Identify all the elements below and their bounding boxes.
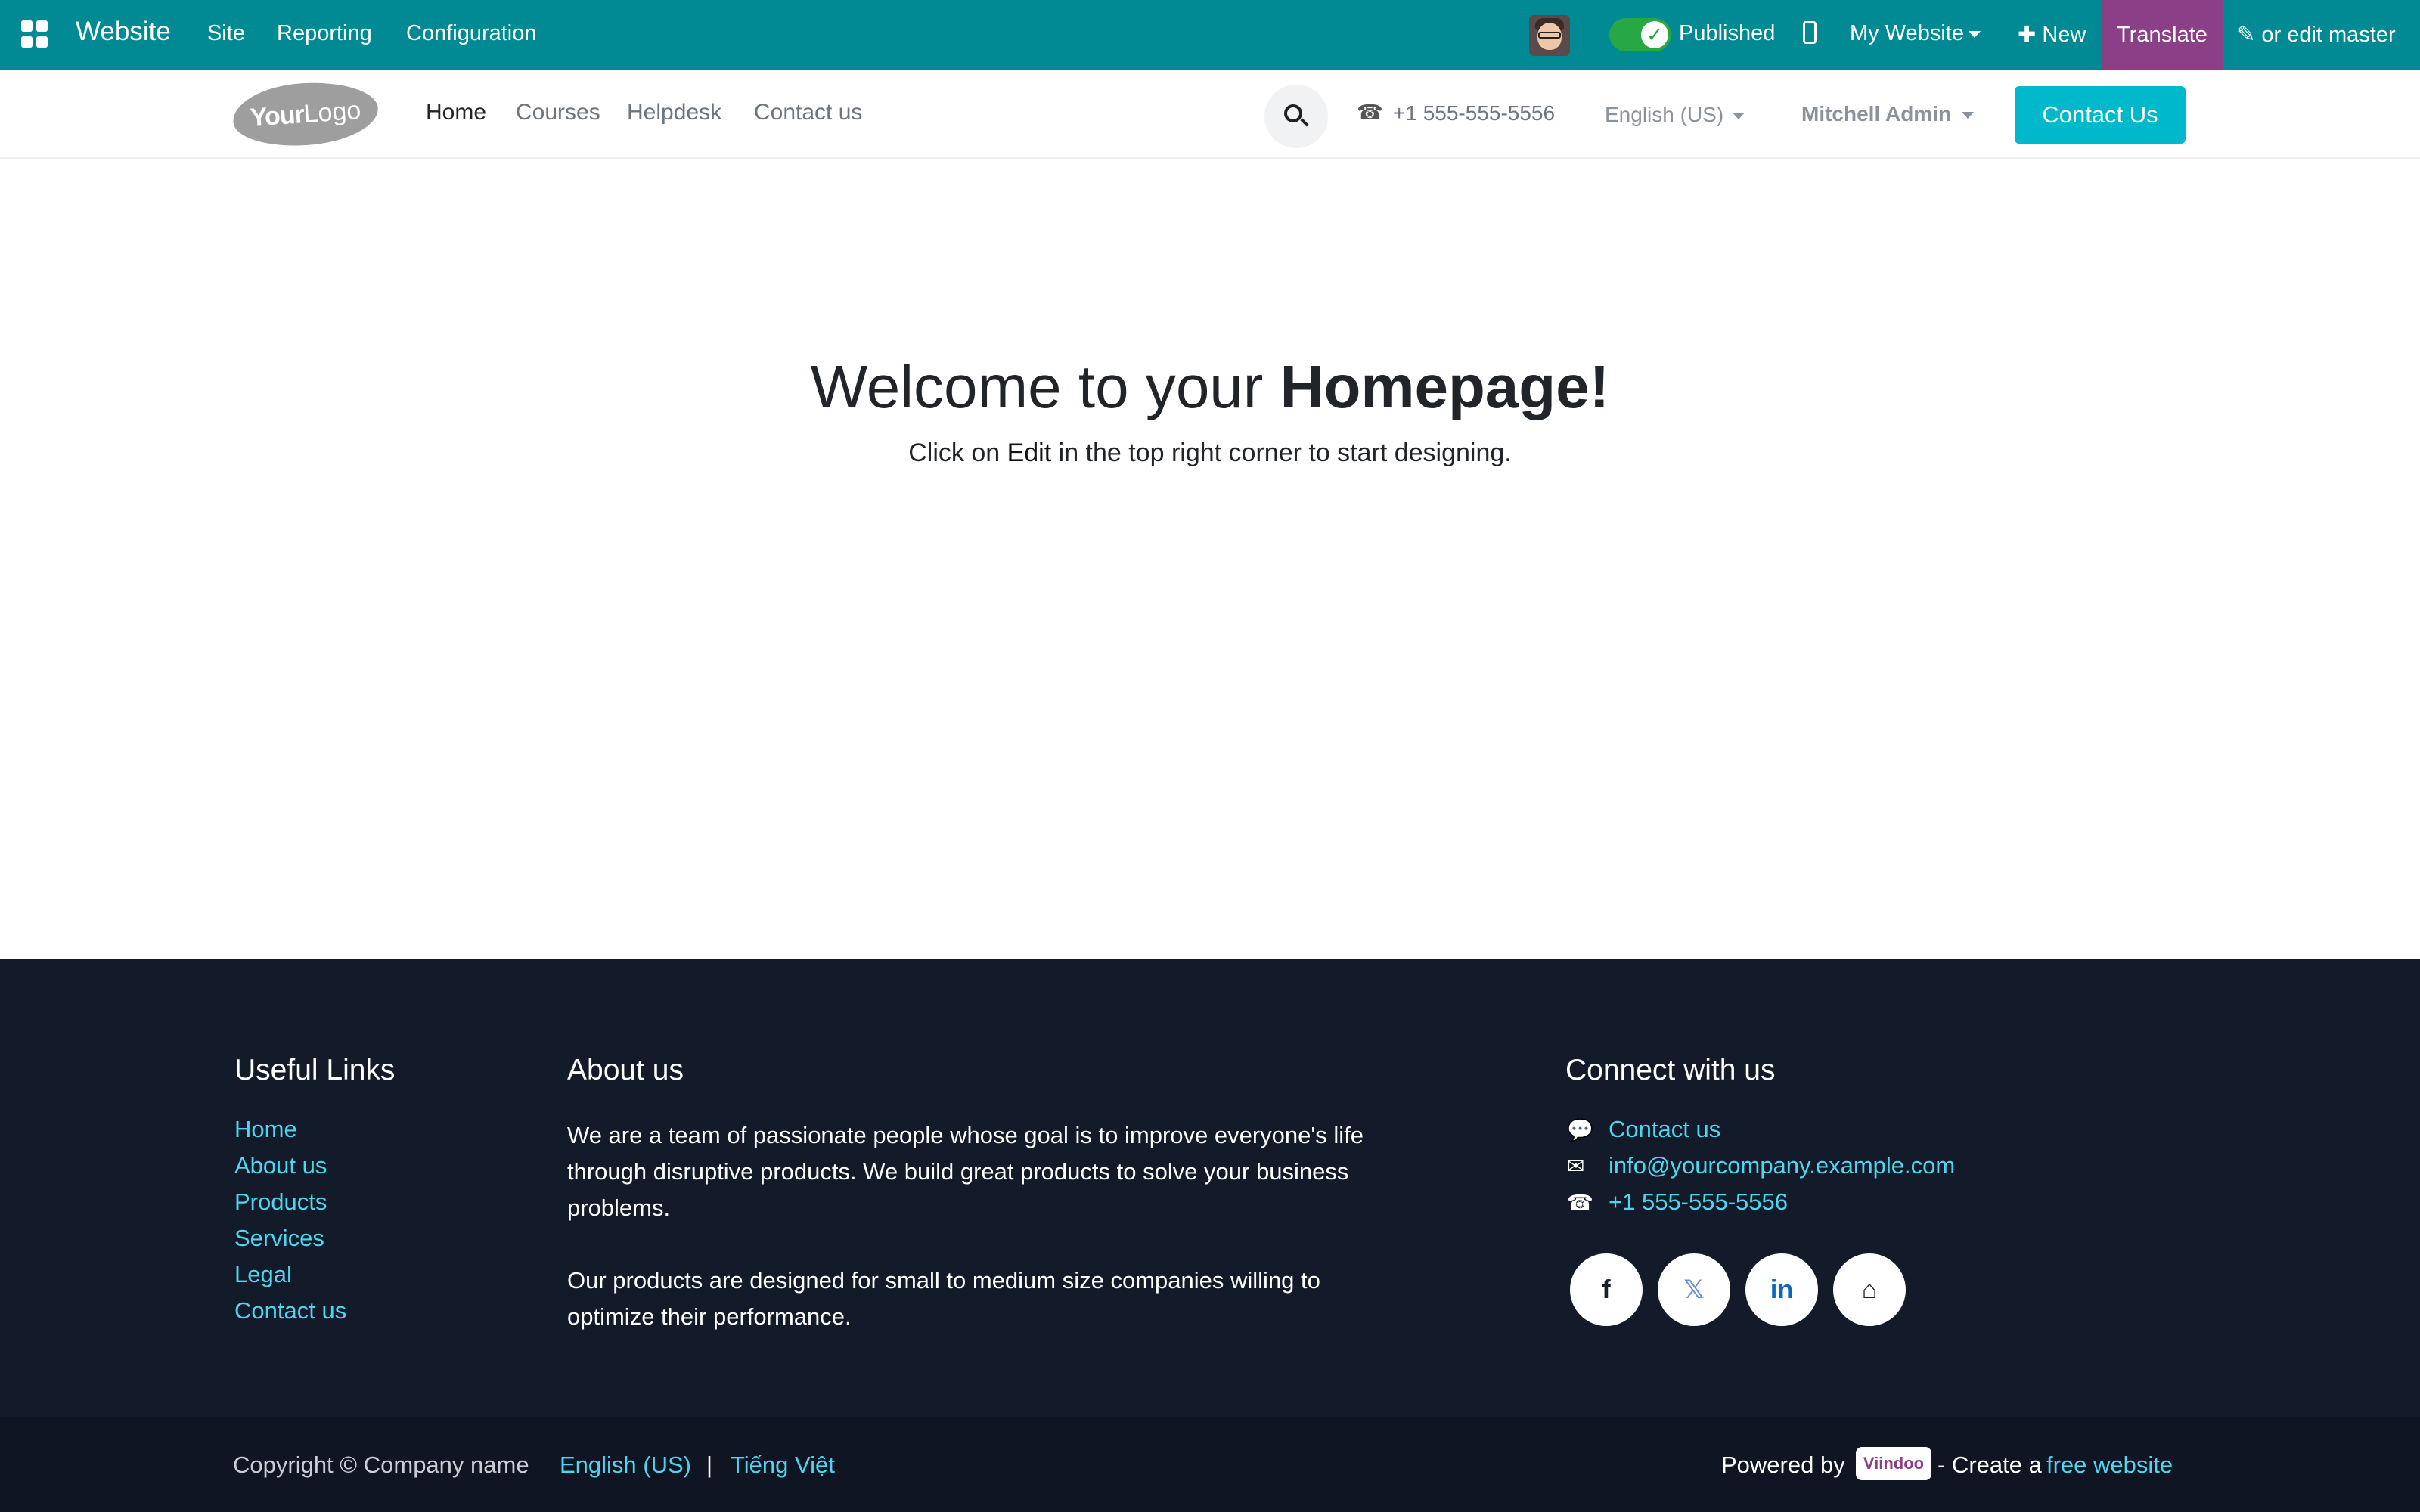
- footer-link-home[interactable]: Home: [234, 1116, 297, 1143]
- footer: Useful Links Home About us Products Serv…: [0, 959, 2420, 1417]
- nav-contact-us[interactable]: Contact us: [754, 100, 862, 125]
- phone-icon: ☎: [1357, 101, 1383, 124]
- footer-phone-link[interactable]: +1 555-555-5556: [1609, 1188, 1788, 1216]
- footer-link-contact[interactable]: Contact us: [234, 1297, 346, 1325]
- site-header: YourLogo Home Courses Helpdesk Contact u…: [0, 70, 2420, 159]
- separator: |: [706, 1452, 713, 1478]
- connect-title: Connect with us: [1565, 1054, 1776, 1086]
- caret-down-icon: [1968, 30, 1981, 38]
- envelope-icon: ✉: [1567, 1154, 1585, 1178]
- linkedin-icon[interactable]: in: [1745, 1253, 1818, 1326]
- user-dropdown[interactable]: Mitchell Admin: [1801, 102, 1975, 126]
- nav-home[interactable]: Home: [426, 100, 486, 125]
- x-twitter-icon[interactable]: 𝕏: [1658, 1253, 1730, 1326]
- powered-by-label: Powered by: [1721, 1452, 1845, 1478]
- about-paragraph-1: We are a team of passionate people whose…: [567, 1122, 1364, 1221]
- page-subtitle: Click on Edit in the top right corner to…: [908, 438, 1512, 467]
- copyright: Copyright © Company name: [233, 1452, 529, 1478]
- admin-brand[interactable]: Website: [76, 17, 171, 47]
- viindoo-logo[interactable]: Viindoo: [1856, 1447, 1931, 1480]
- admin-bar: Website Site Reporting Configuration ✓ P…: [0, 0, 2420, 70]
- site-logo[interactable]: YourLogo: [231, 78, 380, 150]
- email-link[interactable]: info@yourcompany.example.com: [1609, 1152, 1955, 1179]
- connect-contact-link[interactable]: Contact us: [1609, 1116, 1720, 1143]
- facebook-icon[interactable]: f: [1570, 1253, 1643, 1326]
- comment-icon: 💬: [1567, 1118, 1593, 1142]
- footer-link-products[interactable]: Products: [234, 1188, 327, 1216]
- create-a-label: - Create a: [1938, 1452, 2042, 1478]
- new-button[interactable]: ✚ New: [2018, 21, 2086, 48]
- footer-link-about[interactable]: About us: [234, 1152, 327, 1179]
- caret-down-icon: [1962, 112, 1975, 119]
- home-icon[interactable]: ⌂: [1833, 1253, 1906, 1326]
- page-title: Welcome to your Homepage!: [810, 353, 1610, 420]
- mobile-preview-icon[interactable]: [1803, 21, 1817, 44]
- useful-links-title: Useful Links: [234, 1054, 396, 1086]
- edit-master-button[interactable]: ✎ or edit master: [2237, 21, 2396, 48]
- phone-icon: ☎: [1567, 1191, 1593, 1214]
- footer-link-legal[interactable]: Legal: [234, 1261, 292, 1288]
- free-website-link[interactable]: free website: [2046, 1452, 2173, 1479]
- my-website-dropdown[interactable]: My Website: [1850, 21, 1981, 46]
- plus-icon: ✚: [2018, 23, 2043, 47]
- contact-us-button[interactable]: Contact Us: [2015, 86, 2186, 144]
- menu-site[interactable]: Site: [207, 21, 245, 46]
- lang-english-link[interactable]: English (US): [560, 1452, 691, 1479]
- check-icon: ✓: [1641, 21, 1668, 48]
- about-paragraph-2: Our products are designed for small to m…: [567, 1267, 1320, 1330]
- nav-helpdesk[interactable]: Helpdesk: [627, 100, 721, 125]
- user-avatar[interactable]: [1529, 15, 1570, 56]
- language-dropdown[interactable]: English (US): [1605, 103, 1745, 127]
- about-us-title: About us: [567, 1054, 684, 1086]
- footer-link-services[interactable]: Services: [234, 1225, 324, 1252]
- search-button[interactable]: [1264, 85, 1328, 148]
- header-phone[interactable]: +1 555-555-5556: [1393, 101, 1555, 125]
- pencil-icon: ✎: [2237, 23, 2262, 47]
- bottom-bar: Copyright © Company name English (US) | …: [0, 1417, 2420, 1512]
- lang-vietnamese-link[interactable]: Tiếng Việt: [731, 1452, 835, 1479]
- nav-courses[interactable]: Courses: [516, 100, 600, 125]
- publish-toggle[interactable]: ✓: [1609, 18, 1671, 51]
- published-label[interactable]: Published: [1679, 21, 1775, 46]
- menu-configuration[interactable]: Configuration: [406, 21, 537, 46]
- caret-down-icon: [1733, 113, 1745, 120]
- menu-reporting[interactable]: Reporting: [277, 21, 372, 46]
- translate-button[interactable]: Translate: [2101, 0, 2223, 70]
- apps-grid-icon[interactable]: [21, 20, 48, 48]
